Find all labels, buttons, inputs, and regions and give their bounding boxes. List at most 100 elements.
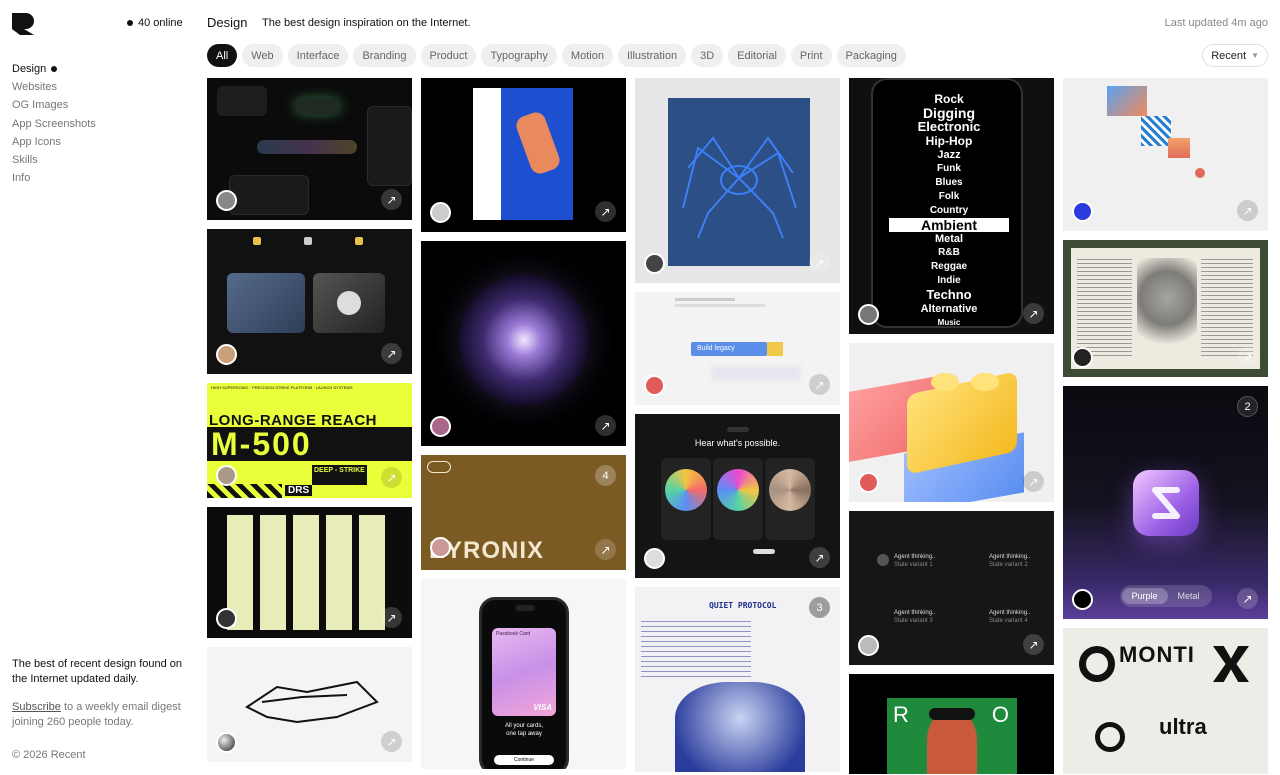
avatar[interactable] [430, 537, 451, 558]
filter-all[interactable]: All [207, 44, 238, 67]
avatar[interactable] [430, 202, 451, 223]
filter-motion[interactable]: Motion [561, 44, 613, 67]
design-card[interactable]: ↗ [421, 241, 626, 446]
filter-product[interactable]: Product [420, 44, 477, 67]
open-arrow-icon[interactable]: ↗ [1023, 303, 1044, 324]
card-image: R O [887, 698, 1017, 774]
design-card[interactable]: Rock Digging Electronic Hip-Hop Jazz Fun… [849, 78, 1054, 334]
option-metal[interactable]: Metal [1168, 588, 1210, 604]
filter-packaging[interactable]: Packaging [836, 44, 906, 67]
open-arrow-icon[interactable]: ↗ [809, 374, 830, 395]
page-title: Design [207, 15, 248, 30]
design-card[interactable]: Build legacy ↗ [635, 292, 840, 405]
card-image [1133, 470, 1199, 536]
design-card[interactable]: ↗ [421, 78, 626, 232]
online-count: 40 online [138, 17, 183, 29]
subscribe-link[interactable]: Subscribe [12, 701, 61, 713]
chevron-down-icon: ▼ [1251, 51, 1259, 60]
open-arrow-icon[interactable]: ↗ [1237, 588, 1258, 609]
agent-status: Agent thinking.. [989, 610, 1031, 616]
design-card[interactable]: 2 Purple Metal ↗ [1063, 386, 1268, 619]
design-card[interactable]: MONTI ultra [1063, 628, 1268, 774]
filter-branding[interactable]: Branding [353, 44, 416, 67]
design-card[interactable]: EYRONIX 4 ↗ [421, 455, 626, 570]
avatar[interactable] [858, 635, 879, 656]
design-card[interactable]: ↗ [207, 78, 412, 220]
nav-item-info[interactable]: Info [12, 169, 96, 187]
nav-label: OG Images [12, 99, 69, 112]
style-toggle[interactable]: Purple Metal [1119, 585, 1212, 607]
design-card[interactable]: ↗ [1063, 240, 1268, 377]
avatar[interactable] [858, 472, 879, 493]
design-card[interactable]: ↗ [1063, 78, 1268, 231]
state-label: State variant 3 [894, 618, 933, 624]
avatar[interactable] [216, 732, 237, 753]
open-arrow-icon[interactable]: ↗ [809, 252, 830, 273]
open-arrow-icon[interactable]: ↗ [381, 607, 402, 628]
avatar[interactable] [1072, 201, 1093, 222]
open-arrow-icon[interactable]: ↗ [381, 189, 402, 210]
genre-word: R&B [938, 247, 960, 258]
filter-interface[interactable]: Interface [287, 44, 349, 67]
open-arrow-icon[interactable]: ↗ [595, 539, 616, 560]
site-tagline: The best of recent design found on the I… [12, 658, 183, 685]
avatar[interactable] [644, 548, 665, 569]
design-card[interactable]: ↗ [635, 78, 840, 283]
filter-web[interactable]: Web [242, 44, 283, 67]
sidebar-nav: Design Websites OG Images App Screenshot… [12, 60, 96, 187]
open-arrow-icon[interactable]: ↗ [381, 467, 402, 488]
nav-item-websites[interactable]: Websites [12, 78, 96, 96]
poster-title: QUIET PROTOCOL [709, 601, 777, 610]
design-card[interactable]: QUIET PROTOCOL 3 [635, 587, 840, 772]
open-arrow-icon[interactable]: ↗ [809, 547, 830, 568]
recent-logo-icon[interactable] [12, 13, 34, 35]
nav-item-design[interactable]: Design [12, 60, 96, 78]
avatar[interactable] [216, 344, 237, 365]
agent-status: Agent thinking.. [989, 554, 1031, 560]
option-purple[interactable]: Purple [1121, 588, 1168, 604]
online-dot-icon [127, 20, 133, 26]
filter-typography[interactable]: Typography [481, 44, 557, 67]
phone-tagline-2: one tap away [506, 731, 542, 737]
design-card[interactable]: Agent thinking.. State variant 1 Agent t… [849, 511, 1054, 665]
specimen-word: MONTI [1119, 642, 1195, 667]
state-label: State variant 4 [989, 618, 1028, 624]
design-card[interactable]: ↗ [207, 507, 412, 638]
avatar[interactable] [858, 304, 879, 325]
nav-item-skills[interactable]: Skills [12, 151, 96, 169]
sort-dropdown[interactable]: Recent ▼ [1202, 44, 1268, 67]
design-card[interactable]: ↗ [207, 229, 412, 374]
avatar[interactable] [430, 416, 451, 437]
nav-item-og-images[interactable]: OG Images [12, 96, 96, 114]
open-arrow-icon[interactable]: ↗ [1237, 200, 1258, 221]
avatar[interactable] [644, 375, 665, 396]
design-card[interactable]: HIGH SUPERSONIC · PRECISION STRIKE PLATF… [207, 383, 412, 498]
avatar[interactable] [1072, 347, 1093, 368]
open-arrow-icon[interactable]: ↗ [1023, 471, 1044, 492]
avatar[interactable] [216, 465, 237, 486]
open-arrow-icon[interactable]: ↗ [595, 415, 616, 436]
filter-print[interactable]: Print [790, 44, 832, 67]
open-arrow-icon[interactable]: ↗ [1023, 634, 1044, 655]
nav-item-app-screenshots[interactable]: App Screenshots [12, 115, 96, 133]
avatar[interactable] [216, 608, 237, 629]
design-card[interactable]: Hear what's possible. ↗ [635, 414, 840, 578]
nav-label: Info [12, 172, 31, 185]
avatar[interactable] [644, 253, 665, 274]
nav-item-app-icons[interactable]: App Icons [12, 133, 96, 151]
open-arrow-icon[interactable]: ↗ [381, 343, 402, 364]
avatar[interactable] [216, 190, 237, 211]
filter-editorial[interactable]: Editorial [728, 44, 786, 67]
design-card[interactable]: R O [849, 674, 1054, 774]
filter-illustration[interactable]: Illustration [617, 44, 687, 67]
filter-3d[interactable]: 3D [691, 44, 724, 67]
design-card[interactable]: ↗ [207, 647, 412, 762]
design-card[interactable]: Passbook Card VISA All your cards, one t… [421, 579, 626, 769]
genre-word: Techno [926, 287, 972, 302]
avatar[interactable] [1072, 589, 1093, 610]
open-arrow-icon[interactable]: ↗ [381, 731, 402, 752]
poster-big-text: M-500 [207, 427, 412, 461]
open-arrow-icon[interactable]: ↗ [595, 201, 616, 222]
open-arrow-icon[interactable]: ↗ [1237, 346, 1258, 367]
design-card[interactable]: ↗ [849, 343, 1054, 502]
